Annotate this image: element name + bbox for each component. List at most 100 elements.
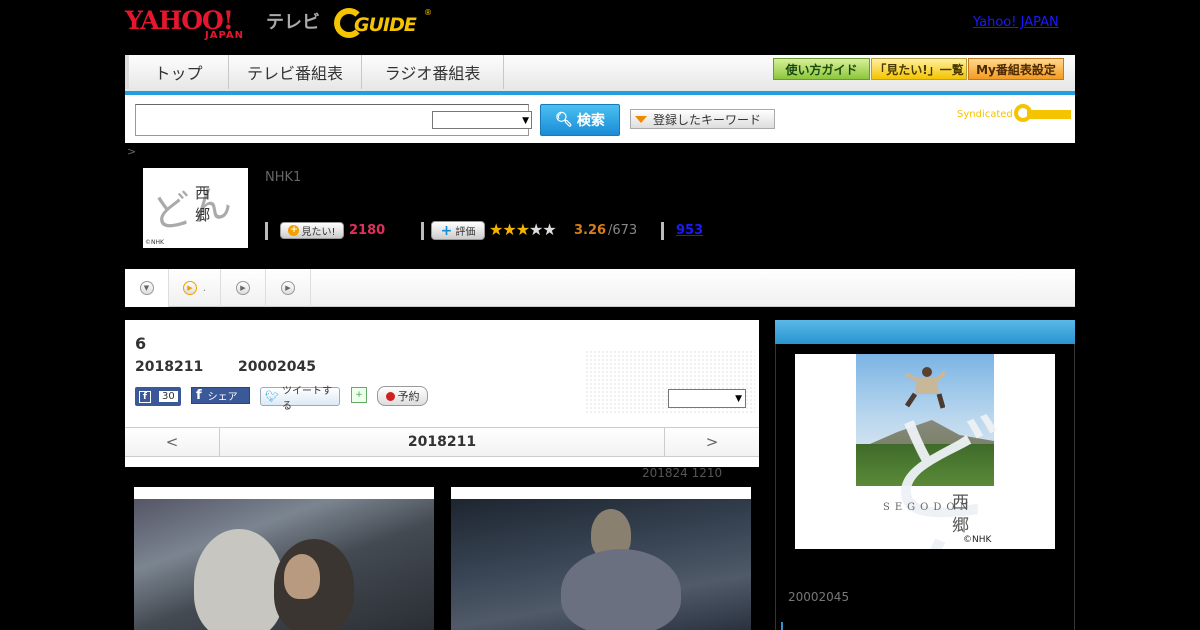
star-empty-icon: ★	[542, 220, 556, 239]
plus-icon: +	[440, 222, 453, 239]
tab-overview[interactable]: ▼	[125, 269, 169, 307]
yahoo-japan-link[interactable]: Yahoo! JAPAN	[973, 15, 1059, 30]
episode-select[interactable]: ▼	[668, 389, 746, 408]
program-tabs: ▼ ▶ . ▶ ▶	[125, 269, 1075, 307]
tab-cast[interactable]: ▶	[221, 269, 266, 307]
triangle-down-icon	[635, 115, 647, 123]
search-bar: ▼ 🔍︎ 検索 登録したキーワード Syndicated	[125, 95, 1075, 143]
figure-shape	[561, 549, 681, 630]
tweet-label: ツイートする	[281, 385, 332, 412]
chevron-down-icon: ▼	[139, 281, 154, 295]
episode-date: 2018211	[135, 359, 204, 375]
play-icon: ▶	[281, 281, 295, 295]
saved-keywords-label: 登録したキーワード	[653, 112, 762, 127]
mitai-list-button[interactable]: 「見たい!」一覧	[871, 58, 967, 80]
facebook-like-count: 30	[159, 391, 178, 402]
episode-time: 20002045	[238, 359, 316, 375]
twitter-bird-icon: 🐦︎	[265, 390, 279, 403]
mitai-count: 2180	[349, 223, 386, 238]
side-airtime: 20002045	[788, 590, 850, 604]
tab-separator: .	[202, 282, 207, 294]
tab-episodes[interactable]: ▶ .	[169, 269, 221, 307]
thumb-kanji-2: 郷	[195, 206, 211, 224]
thumb-kanji-1: 西	[195, 184, 211, 202]
rating-value: 3.26	[574, 223, 607, 238]
pager-next-button[interactable]: >	[664, 428, 759, 456]
rate-label: 評価	[455, 227, 476, 238]
breadcrumb[interactable]: >	[127, 145, 136, 158]
thumb-brush-text: どん	[148, 179, 236, 239]
reserve-label: 予約	[397, 390, 420, 403]
calendar-add-icon[interactable]: +	[351, 387, 367, 403]
poster-copyright: ©NHK	[963, 535, 992, 545]
mitai-button[interactable]: + 見たい!	[280, 222, 344, 239]
face-shape	[284, 554, 320, 599]
side-accent-mark	[781, 622, 783, 630]
play-icon: ▶	[236, 281, 250, 295]
reserve-button[interactable]: 予約	[377, 386, 428, 406]
tab-reviews[interactable]: ▶	[266, 269, 311, 307]
divider	[421, 222, 424, 240]
thumb-copyright: ©NHK	[145, 239, 164, 246]
program-poster[interactable]: どん SEGODON 西 郷 ©NHK	[795, 354, 1055, 549]
logo-japan-text: JAPAN	[205, 30, 244, 41]
gguide-logo[interactable]: GUIDE ®	[334, 6, 434, 42]
facebook-share-button[interactable]: f シェア	[191, 387, 250, 404]
star-filled-icon: ★	[489, 220, 503, 239]
divider	[265, 222, 268, 240]
star-filled-icon: ★	[502, 220, 516, 239]
page: YAHOO! JAPAN テレビ GUIDE ® Yahoo! JAPAN トッ…	[0, 0, 1200, 630]
pager-prev-button[interactable]: <	[125, 428, 220, 456]
program-thumbnail[interactable]: どん 西 郷 ©NHK	[143, 168, 248, 248]
search-button-label: 検索	[576, 113, 605, 129]
episode-number: 6	[135, 334, 147, 353]
chevron-down-icon: ▼	[735, 394, 742, 404]
logo-tv-text[interactable]: テレビ	[266, 8, 320, 34]
episode-still-1[interactable]	[134, 487, 434, 630]
episode-still-2[interactable]	[451, 487, 751, 630]
main-nav: トップ テレビ番組表 ラジオ番組表 使い方ガイド 「見たい!」一覧 My番組表設…	[125, 55, 1075, 95]
tweet-button[interactable]: 🐦︎ ツイートする	[260, 386, 340, 412]
facebook-icon: f	[196, 388, 202, 403]
channel-name: NHK1	[265, 170, 302, 185]
facebook-like-button[interactable]: f 30	[135, 387, 181, 406]
star-empty-icon: ★	[529, 220, 543, 239]
search-category-select[interactable]: ▼	[432, 111, 532, 129]
rating-stars: ★★★★★	[489, 220, 557, 239]
figure-shape	[194, 529, 284, 630]
poster-kanji-1: 西	[952, 493, 969, 513]
plus-icon: +	[288, 225, 300, 236]
pager-current-date: 2018211	[407, 434, 477, 450]
review-count-link[interactable]: 953	[676, 223, 703, 238]
still-image-2	[451, 499, 751, 630]
update-note: 201824 1210	[642, 466, 723, 480]
guide-button[interactable]: 使い方ガイド	[773, 58, 870, 80]
facebook-share-label: シェア	[207, 392, 238, 403]
nav-tab-radio-listings[interactable]: ラジオ番組表	[362, 55, 504, 89]
still-image-1	[134, 499, 434, 630]
record-dot-icon	[385, 391, 395, 401]
rating-count: /673	[608, 223, 638, 238]
star-filled-icon: ★	[515, 220, 530, 239]
yahoo-japan-logo[interactable]: YAHOO! JAPAN	[125, 6, 263, 41]
my-listings-settings-button[interactable]: My番組表設定	[968, 58, 1064, 80]
side-panel-header	[775, 320, 1075, 344]
facebook-icon: f	[139, 390, 151, 403]
saved-keywords-button[interactable]: 登録したキーワード	[630, 109, 775, 129]
poster-kanji-2: 郷	[952, 516, 969, 536]
play-icon: ▶	[182, 281, 197, 295]
chevron-down-icon: ▼	[522, 116, 529, 126]
episode-pager: < 2018211 >	[125, 427, 759, 457]
search-icon: 🔍︎	[555, 112, 573, 128]
gguide-logo-text: GUIDE	[354, 14, 417, 36]
episode-panel: 6 2018211 20002045 f 30 f シェア 🐦︎ ツイートする …	[125, 320, 759, 467]
gguide-small-logo	[1014, 104, 1071, 122]
search-button[interactable]: 🔍︎ 検索	[540, 104, 620, 136]
nav-tab-tv-listings[interactable]: テレビ番組表	[229, 55, 362, 89]
syndicated-label: Syndicated	[957, 109, 1013, 120]
rate-button[interactable]: + 評価	[431, 221, 485, 240]
registered-mark: ®	[424, 8, 432, 17]
mitai-label: 見たい!	[301, 227, 336, 238]
nav-tab-top[interactable]: トップ	[125, 55, 229, 89]
divider	[661, 222, 664, 240]
